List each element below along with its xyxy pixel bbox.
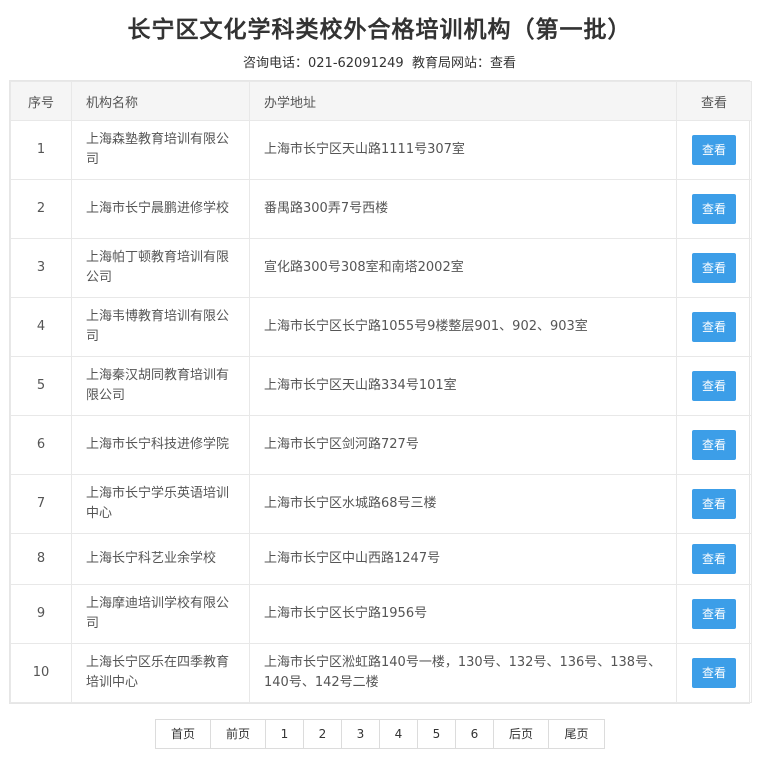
view-button[interactable]: 查看 (692, 253, 736, 283)
table-row: 1 上海森塾教育培训有限公司 上海市长宁区天山路1111号307室 查看 (10, 120, 752, 180)
site-label: 教育局网站： (411, 56, 490, 71)
table-row: 6 上海市长宁科技进修学院 上海市长宁区剑河路727号 查看 (10, 415, 752, 475)
institution-name: 上海摩迪培训学校有限公司 (71, 584, 250, 644)
view-button[interactable]: 查看 (692, 312, 736, 342)
page-6-button[interactable]: 6 (456, 720, 494, 748)
institution-address: 上海市长宁区长宁路1055号9楼整层901、902、903室 (249, 297, 677, 357)
page-3-button[interactable]: 3 (342, 720, 380, 748)
institution-name: 上海森塾教育培训有限公司 (71, 120, 250, 180)
last-page-button[interactable]: 尾页 (549, 720, 604, 748)
prev-page-button[interactable]: 前页 (211, 720, 266, 748)
row-number: 3 (10, 238, 72, 298)
table-row: 5 上海秦汉胡同教育培训有限公司 上海市长宁区天山路334号101室 查看 (10, 356, 752, 416)
row-number: 2 (10, 179, 72, 239)
page-1-button[interactable]: 1 (266, 720, 304, 748)
institution-address: 上海市长宁区天山路1111号307室 (249, 120, 677, 180)
row-number: 9 (10, 584, 72, 644)
institution-name: 上海长宁科艺业余学校 (71, 533, 250, 585)
row-number: 6 (10, 415, 72, 475)
table-row: 8 上海长宁科艺业余学校 上海市长宁区中山西路1247号 查看 (10, 533, 752, 585)
view-button[interactable]: 查看 (692, 194, 736, 224)
institution-name: 上海市长宁学乐英语培训中心 (71, 474, 250, 534)
institution-address: 上海市长宁区天山路334号101室 (249, 356, 677, 416)
view-button[interactable]: 查看 (692, 371, 736, 401)
page-2-button[interactable]: 2 (304, 720, 342, 748)
column-header-address: 办学地址 (249, 81, 677, 121)
first-page-button[interactable]: 首页 (156, 720, 211, 748)
view-button[interactable]: 查看 (692, 135, 736, 165)
education-bureau-site-link[interactable]: 查看 (490, 56, 516, 71)
phone-number: 021-62091249 (308, 56, 404, 71)
institution-address: 宣化路300号308室和南塔2002室 (249, 238, 677, 298)
institution-address: 上海市长宁区水城路68号三楼 (249, 474, 677, 534)
row-number: 1 (10, 120, 72, 180)
institution-name: 上海市长宁晨鹏进修学校 (71, 179, 250, 239)
institution-address: 上海市长宁区剑河路727号 (249, 415, 677, 475)
institution-address: 番禺路300弄7号西楼 (249, 179, 677, 239)
table-row: 4 上海韦博教育培训有限公司 上海市长宁区长宁路1055号9楼整层901、902… (10, 297, 752, 357)
row-number: 7 (10, 474, 72, 534)
table-row: 10 上海长宁区乐在四季教育培训中心 上海市长宁区淞虹路140号一楼，130号、… (10, 643, 752, 703)
institution-name: 上海市长宁科技进修学院 (71, 415, 250, 475)
view-button[interactable]: 查看 (692, 430, 736, 460)
institution-name: 上海韦博教育培训有限公司 (71, 297, 250, 357)
page-title: 长宁区文化学科类校外合格培训机构（第一批） (127, 17, 632, 43)
institution-name: 上海帕丁顿教育培训有限公司 (71, 238, 250, 298)
table-row: 2 上海市长宁晨鹏进修学校 番禺路300弄7号西楼 查看 (10, 179, 752, 239)
institution-table: 序号 机构名称 办学地址 查看 1 上海森塾教育培训有限公司 上海市长宁区天山路… (9, 80, 752, 704)
row-number: 4 (10, 297, 72, 357)
page-5-button[interactable]: 5 (418, 720, 456, 748)
column-header-name: 机构名称 (71, 81, 250, 121)
view-button[interactable]: 查看 (692, 599, 736, 629)
pagination: 首页 前页 1 2 3 4 5 6 后页 尾页 (155, 719, 605, 749)
institution-address: 上海市长宁区淞虹路140号一楼，130号、132号、136号、138号、140号… (249, 643, 677, 703)
page-4-button[interactable]: 4 (380, 720, 418, 748)
table-row: 3 上海帕丁顿教育培训有限公司 宣化路300号308室和南塔2002室 查看 (10, 238, 752, 298)
institution-address: 上海市长宁区长宁路1956号 (249, 584, 677, 644)
column-header-number: 序号 (10, 81, 72, 121)
column-header-view: 查看 (676, 81, 752, 121)
contact-line: 咨询电话：021-62091249 教育局网站：查看 (0, 52, 759, 71)
phone-label: 咨询电话： (243, 56, 309, 71)
next-page-button[interactable]: 后页 (494, 720, 549, 748)
table-row: 9 上海摩迪培训学校有限公司 上海市长宁区长宁路1956号 查看 (10, 584, 752, 644)
view-button[interactable]: 查看 (692, 658, 736, 688)
row-number: 8 (10, 533, 72, 585)
institution-name: 上海长宁区乐在四季教育培训中心 (71, 643, 250, 703)
institution-address: 上海市长宁区中山西路1247号 (249, 533, 677, 585)
view-button[interactable]: 查看 (692, 489, 736, 519)
institution-name: 上海秦汉胡同教育培训有限公司 (71, 356, 250, 416)
table-header-row: 序号 机构名称 办学地址 查看 (10, 81, 752, 121)
view-button[interactable]: 查看 (692, 544, 736, 574)
row-number: 10 (10, 643, 72, 703)
table-row: 7 上海市长宁学乐英语培训中心 上海市长宁区水城路68号三楼 查看 (10, 474, 752, 534)
row-number: 5 (10, 356, 72, 416)
